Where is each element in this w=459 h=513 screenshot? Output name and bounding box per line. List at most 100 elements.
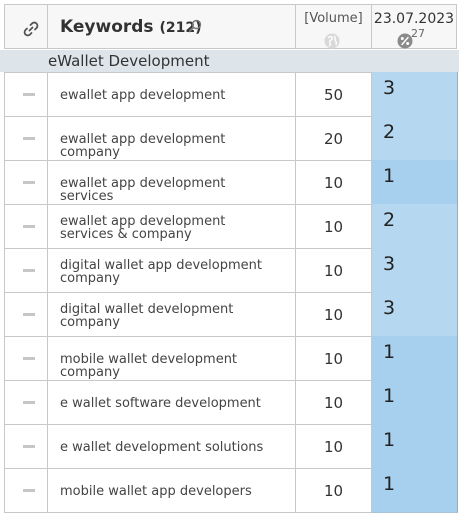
link-icon xyxy=(23,21,39,37)
keyword-text: ewallet app development xyxy=(60,88,226,103)
globe-icon xyxy=(324,33,340,49)
volume-cell: 10 xyxy=(295,292,372,337)
rank-value: 2 xyxy=(383,209,396,231)
rank-value: 3 xyxy=(383,253,396,275)
keyword-text: digital wallet app development company xyxy=(60,258,262,286)
keyword-cell[interactable]: digital wallet app development company xyxy=(47,248,296,293)
table-row[interactable]: ewallet app development company 20 2 xyxy=(0,116,459,161)
rank-cell[interactable]: 3 xyxy=(372,292,458,337)
volume-value: 10 xyxy=(323,306,344,324)
keyword-cell[interactable]: ewallet app development services & compa… xyxy=(47,204,296,249)
keyword-text: ewallet app development services xyxy=(60,176,226,204)
minus-icon[interactable] xyxy=(23,445,35,448)
volume-value: 10 xyxy=(323,218,344,236)
rank-value: 2 xyxy=(383,121,396,143)
volume-cell: 10 xyxy=(295,160,372,205)
volume-cell: 10 xyxy=(295,380,372,425)
table-header: Keywords (212) [Volume] 23.07.2023 27 xyxy=(0,0,459,50)
volume-column-header[interactable]: [Volume] xyxy=(295,4,372,49)
group-label: eWallet Development xyxy=(48,52,210,70)
volume-value: 50 xyxy=(323,86,344,104)
rank-cell[interactable]: 3 xyxy=(372,248,458,293)
table-row[interactable]: ewallet app development 50 3 xyxy=(0,72,459,117)
rank-cell[interactable]: 1 xyxy=(372,468,458,513)
rank-cell[interactable]: 1 xyxy=(372,424,458,469)
rank-cell[interactable]: 2 xyxy=(372,116,458,161)
remove-cell[interactable] xyxy=(4,336,48,381)
volume-cell: 10 xyxy=(295,424,372,469)
keyword-cell[interactable]: ewallet app development services xyxy=(47,160,296,205)
volume-value: 10 xyxy=(323,262,344,280)
volume-value: 10 xyxy=(323,482,344,500)
keyword-cell[interactable]: mobile wallet app developers xyxy=(47,468,296,513)
date-header-label: 23.07.2023 xyxy=(373,11,455,27)
rank-cell[interactable]: 3 xyxy=(372,72,458,117)
volume-header-label: [Volume] xyxy=(304,11,363,26)
table-row[interactable]: e wallet software development 10 1 xyxy=(0,380,459,425)
remove-cell[interactable] xyxy=(4,72,48,117)
minus-icon[interactable] xyxy=(23,137,35,140)
volume-cell: 10 xyxy=(295,468,372,513)
minus-icon[interactable] xyxy=(23,357,35,360)
rank-value: 1 xyxy=(383,165,396,187)
volume-cell: 10 xyxy=(295,336,372,381)
group-row[interactable]: eWallet Development xyxy=(0,50,371,72)
rank-cell[interactable]: 1 xyxy=(372,380,458,425)
volume-value: 10 xyxy=(323,174,344,192)
rank-value: 1 xyxy=(383,429,396,451)
keyword-text: ewallet app development company xyxy=(60,132,226,160)
volume-value: 10 xyxy=(323,394,344,412)
keyword-cell[interactable]: ewallet app development xyxy=(47,72,296,117)
keyword-cell[interactable]: e wallet development solutions xyxy=(47,424,296,469)
percent-number: 27 xyxy=(411,27,425,40)
keywords-header-title: Keywords (212) xyxy=(60,17,202,37)
minus-icon[interactable] xyxy=(23,225,35,228)
table-row[interactable]: digital wallet app development company 10… xyxy=(0,248,459,293)
keyword-text: e wallet software development xyxy=(60,396,261,411)
keyword-cell[interactable]: ewallet app development company xyxy=(47,116,296,161)
table-row[interactable]: ewallet app development services & compa… xyxy=(0,204,459,249)
remove-cell[interactable] xyxy=(4,468,48,513)
volume-value: 10 xyxy=(323,350,344,368)
table-row[interactable]: e wallet development solutions 10 1 xyxy=(0,424,459,469)
table-row[interactable]: digital wallet development company 10 3 xyxy=(0,292,459,337)
minus-icon[interactable] xyxy=(23,401,35,404)
minus-icon[interactable] xyxy=(23,269,35,272)
rank-cell[interactable]: 1 xyxy=(372,336,458,381)
remove-cell[interactable] xyxy=(4,204,48,249)
date-column-header[interactable]: 23.07.2023 27 xyxy=(371,4,457,49)
link-column-header[interactable] xyxy=(4,4,48,49)
rank-value: 1 xyxy=(383,385,396,407)
keyword-text: ewallet app development services & compa… xyxy=(60,214,226,242)
volume-cell: 10 xyxy=(295,204,372,249)
minus-icon[interactable] xyxy=(23,313,35,316)
keyword-cell[interactable]: digital wallet development company xyxy=(47,292,296,337)
table-row[interactable]: mobile wallet development company 10 1 xyxy=(0,336,459,381)
remove-cell[interactable] xyxy=(4,424,48,469)
volume-cell: 50 xyxy=(295,72,372,117)
keyword-text: mobile wallet development company xyxy=(60,352,238,380)
keyword-cell[interactable]: mobile wallet development company xyxy=(47,336,296,381)
table-row[interactable]: mobile wallet app developers 10 1 xyxy=(0,468,459,513)
volume-cell: 10 xyxy=(295,248,372,293)
remove-cell[interactable] xyxy=(4,292,48,337)
rank-value: 3 xyxy=(383,297,396,319)
keyword-cell[interactable]: e wallet software development xyxy=(47,380,296,425)
minus-icon[interactable] xyxy=(23,181,35,184)
rank-cell[interactable]: 1 xyxy=(372,160,458,205)
remove-cell[interactable] xyxy=(4,160,48,205)
keyword-text: digital wallet development company xyxy=(60,302,234,330)
table-row[interactable]: ewallet app development services 10 1 xyxy=(0,160,459,205)
minus-icon[interactable] xyxy=(23,489,35,492)
keyword-table: Keywords (212) [Volume] 23.07.2023 27 eW… xyxy=(0,0,459,513)
keywords-title-text: Keywords xyxy=(60,17,154,37)
rank-value: 3 xyxy=(383,77,396,99)
remove-cell[interactable] xyxy=(4,248,48,293)
remove-cell[interactable] xyxy=(4,380,48,425)
remove-cell[interactable] xyxy=(4,116,48,161)
volume-cell: 20 xyxy=(295,116,372,161)
search-icon[interactable] xyxy=(188,19,202,33)
keywords-column-header[interactable]: Keywords (212) xyxy=(47,4,296,49)
rank-cell[interactable]: 2 xyxy=(372,204,458,249)
minus-icon[interactable] xyxy=(23,93,35,96)
